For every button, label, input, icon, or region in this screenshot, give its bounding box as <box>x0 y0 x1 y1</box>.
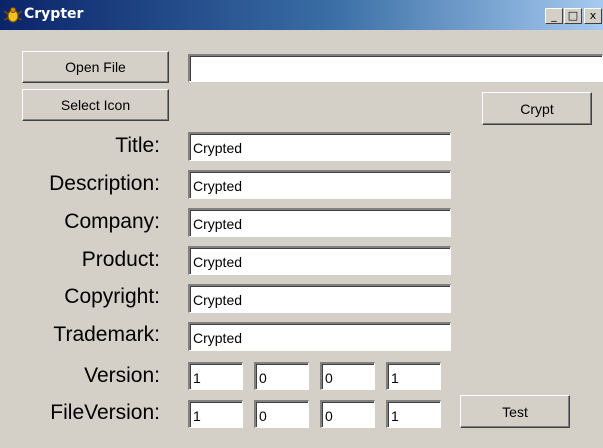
minimize-button[interactable]: _ <box>545 8 563 24</box>
description-label: Description: <box>49 172 160 195</box>
product-label: Product: <box>81 248 160 271</box>
maximize-button[interactable]: □ <box>564 8 582 24</box>
file-path-input[interactable] <box>188 54 603 82</box>
window-title: Crypter <box>24 6 84 22</box>
file-version-build-input[interactable] <box>320 400 375 428</box>
copyright-label: Copyright: <box>64 285 160 308</box>
company-label: Company: <box>64 210 160 233</box>
open-file-button[interactable]: Open File <box>22 51 169 83</box>
title-input[interactable] <box>188 132 451 161</box>
copyright-input[interactable] <box>188 284 451 313</box>
version-major-input[interactable] <box>188 362 243 390</box>
trademark-input[interactable] <box>188 322 451 351</box>
version-minor-input[interactable] <box>254 362 309 390</box>
product-input[interactable] <box>188 246 451 275</box>
file-version-label: FileVersion: <box>50 401 160 424</box>
crypt-button[interactable]: Crypt <box>482 92 592 125</box>
version-build-input[interactable] <box>320 362 375 390</box>
version-revision-input[interactable] <box>386 362 441 390</box>
title-bar[interactable]: Crypter _ □ x <box>0 0 603 30</box>
title-label: Title: <box>115 134 160 157</box>
description-input[interactable] <box>188 170 451 199</box>
company-input[interactable] <box>188 208 451 237</box>
version-label: Version: <box>84 364 160 387</box>
file-version-major-input[interactable] <box>188 400 243 428</box>
trademark-label: Trademark: <box>53 323 160 346</box>
close-button[interactable]: x <box>584 8 602 24</box>
test-button[interactable]: Test <box>460 395 570 428</box>
file-version-revision-input[interactable] <box>386 400 441 428</box>
bug-icon <box>4 7 22 23</box>
file-version-minor-input[interactable] <box>254 400 309 428</box>
select-icon-button[interactable]: Select Icon <box>22 89 169 121</box>
